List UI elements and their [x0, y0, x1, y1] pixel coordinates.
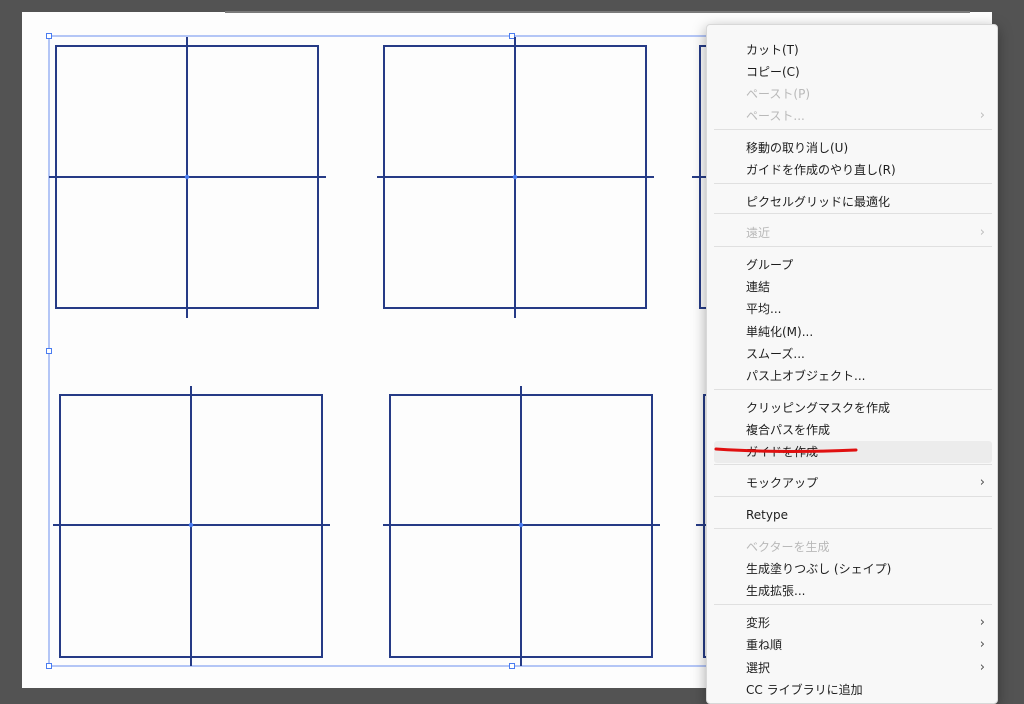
center-point	[188, 522, 194, 528]
menu-item[interactable]: ガイドを作成	[714, 441, 992, 463]
handle-top-center[interactable]	[509, 33, 515, 39]
handle-bottom-center[interactable]	[509, 663, 515, 669]
center-point	[184, 174, 190, 180]
menu-separator	[714, 528, 992, 529]
menu-item[interactable]: 重ね順 ›	[714, 634, 992, 656]
selection-handles[interactable]	[46, 33, 515, 669]
menu-item-label: コピー(C)	[746, 65, 800, 79]
menu-item[interactable]: ガイドを作成のやり直し(R)	[714, 159, 992, 181]
menu-item-label: ペースト(P)	[746, 87, 810, 101]
menu-item[interactable]: CC ライブラリに追加	[714, 679, 992, 701]
menu-item[interactable]: スムーズ...	[714, 343, 992, 365]
context-menu[interactable]: カット(T) コピー(C) ペースト(P) ペースト... › 移動の取り消し(U) ガイド…	[706, 24, 998, 704]
menu-item[interactable]: 単純化(M)...	[714, 321, 992, 343]
menu-item[interactable]: 生成塗りつぶし (シェイプ)	[714, 558, 992, 580]
handle-top-left[interactable]	[46, 33, 52, 39]
menu-item[interactable]: 選択 ›	[714, 657, 992, 679]
menu-item-label: クリッピングマスクを作成	[746, 401, 891, 415]
menu-item-label: 複合パスを作成	[746, 423, 831, 437]
handle-bottom-left[interactable]	[46, 663, 52, 669]
chevron-right-icon: ›	[979, 637, 985, 652]
menu-item[interactable]: 連結	[714, 276, 992, 298]
menu-item-label: スムーズ...	[746, 347, 805, 361]
center-point	[518, 522, 524, 528]
menu-item-label: 平均...	[746, 302, 782, 316]
menu-item[interactable]: グループ	[714, 254, 992, 276]
chevron-right-icon: ›	[979, 108, 985, 123]
chevron-right-icon: ›	[979, 660, 985, 675]
menu-item-label: 変形	[746, 616, 771, 630]
menu-item-label: 連結	[746, 280, 771, 294]
menu-item-label: 生成拡張...	[746, 584, 806, 598]
menu-item[interactable]: 移動の取り消し(U)	[714, 137, 992, 159]
menu-item-label: 生成塗りつぶし (シェイプ)	[746, 562, 892, 576]
menu-item: 遠近 ›	[714, 222, 992, 244]
menu-item-label: ペースト...	[746, 109, 805, 123]
menu-item[interactable]: 複合パスを作成	[714, 419, 992, 441]
menu-item-label: 移動の取り消し(U)	[746, 141, 849, 155]
menu-separator	[714, 496, 992, 497]
chevron-right-icon: ›	[979, 225, 985, 240]
menu-item-label: 遠近	[746, 226, 771, 240]
menu-item[interactable]: Retype	[714, 504, 992, 526]
menu-item-label: 選択	[746, 661, 771, 675]
menu-separator	[714, 604, 992, 605]
menu-separator	[714, 464, 992, 465]
menu-separator	[714, 389, 992, 390]
menu-item[interactable]: カット(T)	[714, 39, 992, 61]
center-point	[512, 174, 518, 180]
chevron-right-icon: ›	[979, 475, 985, 490]
menu-item-label: ベクターを生成	[746, 540, 830, 554]
center-points	[184, 174, 524, 528]
menu-item[interactable]: ピクセルグリッドに最適化	[714, 191, 992, 213]
menu-item-label: Retype	[746, 508, 788, 522]
menu-separator	[714, 183, 992, 184]
menu-item-label: ピクセルグリッドに最適化	[746, 195, 891, 209]
menu-item[interactable]: パス上オブジェクト...	[714, 365, 992, 387]
handle-middle-left[interactable]	[46, 348, 52, 354]
menu-separator	[714, 129, 992, 130]
menu-item[interactable]: クリッピングマスクを作成	[714, 397, 992, 419]
menu-item-label: パス上オブジェクト...	[746, 369, 866, 383]
menu-item-label: CC ライブラリに追加	[746, 683, 863, 697]
menu-separator	[714, 246, 992, 247]
menu-item[interactable]: 生成拡張...	[714, 580, 992, 602]
menu-item: ベクターを生成	[714, 536, 992, 558]
menu-item: ペースト(P)	[714, 83, 992, 105]
menu-item-label: ガイドを作成のやり直し(R)	[746, 163, 896, 177]
menu-item-label: グループ	[746, 258, 794, 272]
menu-item: ペースト... ›	[714, 105, 992, 127]
menu-item-label: ガイドを作成	[746, 445, 819, 459]
menu-item[interactable]: コピー(C)	[714, 61, 992, 83]
menu-item-label: モックアップ	[746, 476, 819, 490]
menu-item-label: カット(T)	[746, 43, 799, 57]
menu-item-label: 重ね順	[746, 638, 783, 652]
menu-item-label: 単純化(M)...	[746, 325, 814, 339]
menu-separator	[714, 213, 992, 214]
menu-item[interactable]: 平均...	[714, 298, 992, 320]
chevron-right-icon: ›	[979, 615, 985, 630]
menu-item[interactable]: 変形 ›	[714, 612, 992, 634]
menu-item[interactable]: モックアップ ›	[714, 472, 992, 494]
